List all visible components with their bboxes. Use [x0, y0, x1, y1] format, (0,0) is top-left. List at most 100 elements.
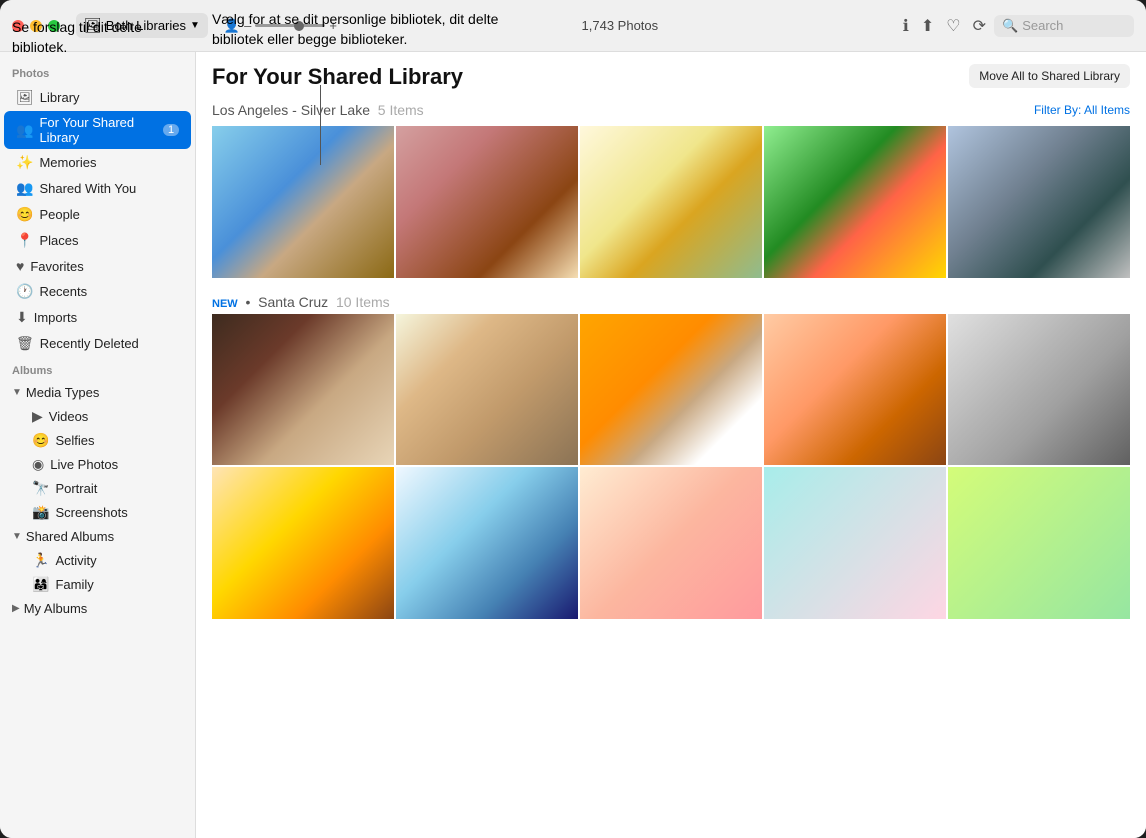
photo-cell[interactable] [764, 126, 946, 278]
sidebar-item-recents[interactable]: 🕐 Recents [4, 279, 191, 304]
photo-cell[interactable] [580, 467, 762, 619]
selfies-icon: 😊 [32, 432, 49, 449]
traffic-lights [12, 20, 60, 32]
section1-header: Los Angeles - Silver Lake 5 Items Filter… [196, 94, 1146, 122]
sidebar-item-activity[interactable]: 🏃 Activity [4, 549, 191, 572]
shared-albums-toggle[interactable]: ▼ Shared Albums [0, 525, 195, 548]
info-icon[interactable]: ℹ [903, 16, 909, 36]
photo-grid-section2-row1 [196, 314, 1146, 466]
sidebar-item-family[interactable]: 👨‍👩‍👧 Family [4, 573, 191, 596]
shared-badge: 1 [163, 124, 179, 136]
library-selector-label: Both Libraries [106, 18, 186, 33]
search-box[interactable]: 🔍 Search [994, 15, 1134, 37]
favorites-icon: ♥ [16, 258, 24, 274]
sidebar-item-favorites-label: Favorites [30, 259, 83, 274]
sidebar-item-favorites[interactable]: ♥ Favorites [4, 254, 191, 278]
sidebar-item-shared-with-you[interactable]: 👥 Shared With You [4, 176, 191, 201]
sidebar-item-live-photos[interactable]: ◉ Live Photos [4, 453, 191, 476]
minimize-button[interactable] [30, 20, 42, 32]
videos-icon: ▶ [32, 408, 43, 425]
sidebar-item-for-shared-library[interactable]: 👥 For Your Shared Library 1 [4, 111, 191, 149]
albums-section-label: Albums [0, 357, 195, 381]
sidebar-item-imports-label: Imports [34, 310, 77, 325]
sidebar-item-portrait-label: Portrait [55, 481, 97, 496]
app-window: 🖼 Both Libraries ▼ 👤 – + 1,743 Photos ℹ … [0, 0, 1146, 838]
photo-count: 1,743 Photos [345, 18, 895, 33]
sidebar-item-shared-with-you-label: Shared With You [39, 181, 136, 196]
sidebar-item-places[interactable]: 📍 Places [4, 228, 191, 253]
rotate-icon[interactable]: ⟳ [973, 16, 986, 36]
my-albums-toggle[interactable]: ▶ My Albums [0, 597, 195, 620]
photo-cell[interactable] [580, 126, 762, 278]
photo-cell[interactable] [764, 467, 946, 619]
photo-cell[interactable] [212, 467, 394, 619]
zoom-minus[interactable]: – [244, 18, 251, 33]
photo-cell[interactable] [396, 467, 578, 619]
photo-cell[interactable] [396, 314, 578, 466]
sidebar-item-portrait[interactable]: 🔭 Portrait [4, 477, 191, 500]
sidebar-item-videos[interactable]: ▶ Videos [4, 405, 191, 428]
places-icon: 📍 [16, 232, 33, 249]
sidebar-item-selfies-label: Selfies [55, 433, 94, 448]
my-albums-label: My Albums [24, 601, 88, 616]
sidebar-item-selfies[interactable]: 😊 Selfies [4, 429, 191, 452]
photo-cell[interactable] [396, 126, 578, 278]
photo-cell[interactable] [948, 467, 1130, 619]
sidebar-item-recently-deleted[interactable]: 🗑 Recently Deleted [4, 331, 191, 356]
photo-cell[interactable] [212, 126, 394, 278]
section2-location: NEW • Santa Cruz 10 Items [212, 294, 390, 310]
sidebar-item-screenshots-label: Screenshots [55, 505, 127, 520]
photo-cell[interactable] [212, 314, 394, 466]
content-title: For Your Shared Library [212, 64, 463, 90]
sidebar-item-library[interactable]: 🖼 Library [4, 85, 191, 110]
people-icon: 😊 [16, 206, 33, 223]
media-types-toggle[interactable]: ▼ Media Types [0, 381, 195, 404]
sidebar-item-places-label: Places [39, 233, 78, 248]
library-icon: 🖼 [16, 89, 34, 106]
photo-cell[interactable] [580, 314, 762, 466]
photos-section-label: Photos [0, 60, 195, 84]
library-selector[interactable]: 🖼 Both Libraries ▼ [76, 13, 208, 38]
sidebar-item-recently-deleted-label: Recently Deleted [40, 336, 139, 351]
photo-cell[interactable] [764, 314, 946, 466]
search-placeholder: Search [1022, 18, 1063, 33]
main-layout: Photos 🖼 Library 👥 For Your Shared Libra… [0, 52, 1146, 838]
recents-icon: 🕐 [16, 283, 33, 300]
shared-library-icon: 👥 [16, 122, 33, 139]
zoom-slider[interactable] [255, 24, 325, 27]
chevron-down-icon: ▼ [190, 20, 200, 31]
imports-icon: ⬇ [16, 309, 28, 326]
sidebar-item-imports[interactable]: ⬇ Imports [4, 305, 191, 330]
chevron-down-icon: ▼ [12, 531, 22, 542]
shared-albums-label: Shared Albums [26, 529, 114, 544]
close-button[interactable] [12, 20, 24, 32]
sidebar: Photos 🖼 Library 👥 For Your Shared Libra… [0, 52, 196, 838]
share-icon[interactable]: ⬆ [921, 16, 934, 36]
zoom-plus[interactable]: + [329, 18, 337, 33]
sidebar-item-screenshots[interactable]: 📸 Screenshots [4, 501, 191, 524]
sidebar-item-people-label: People [39, 207, 79, 222]
sidebar-item-videos-label: Videos [49, 409, 89, 424]
photo-cell[interactable] [948, 314, 1130, 466]
move-all-button[interactable]: Move All to Shared Library [969, 64, 1130, 88]
content-area: For Your Shared Library Move All to Shar… [196, 52, 1146, 838]
fullscreen-button[interactable] [48, 20, 60, 32]
filter-by-button[interactable]: Filter By: All Items [1034, 103, 1130, 117]
activity-icon: 🏃 [32, 552, 49, 569]
sidebar-item-library-label: Library [40, 90, 80, 105]
section1-location: Los Angeles - Silver Lake 5 Items [212, 102, 424, 118]
chevron-right-icon: ▶ [12, 603, 20, 614]
search-icon: 🔍 [1002, 18, 1018, 34]
sidebar-item-activity-label: Activity [55, 553, 96, 568]
heart-icon[interactable]: ♡ [946, 16, 960, 36]
photo-grid-section1 [196, 122, 1146, 278]
toolbar-icons: ℹ ⬆ ♡ ⟳ [903, 16, 986, 36]
photo-cell[interactable] [948, 126, 1130, 278]
sidebar-item-family-label: Family [55, 577, 93, 592]
shared-with-you-icon: 👥 [16, 180, 33, 197]
chevron-down-icon: ▼ [12, 387, 22, 398]
sidebar-item-people[interactable]: 😊 People [4, 202, 191, 227]
sidebar-item-memories[interactable]: ✨ Memories [4, 150, 191, 175]
title-bar: 🖼 Both Libraries ▼ 👤 – + 1,743 Photos ℹ … [0, 0, 1146, 52]
sidebar-item-recents-label: Recents [39, 284, 87, 299]
